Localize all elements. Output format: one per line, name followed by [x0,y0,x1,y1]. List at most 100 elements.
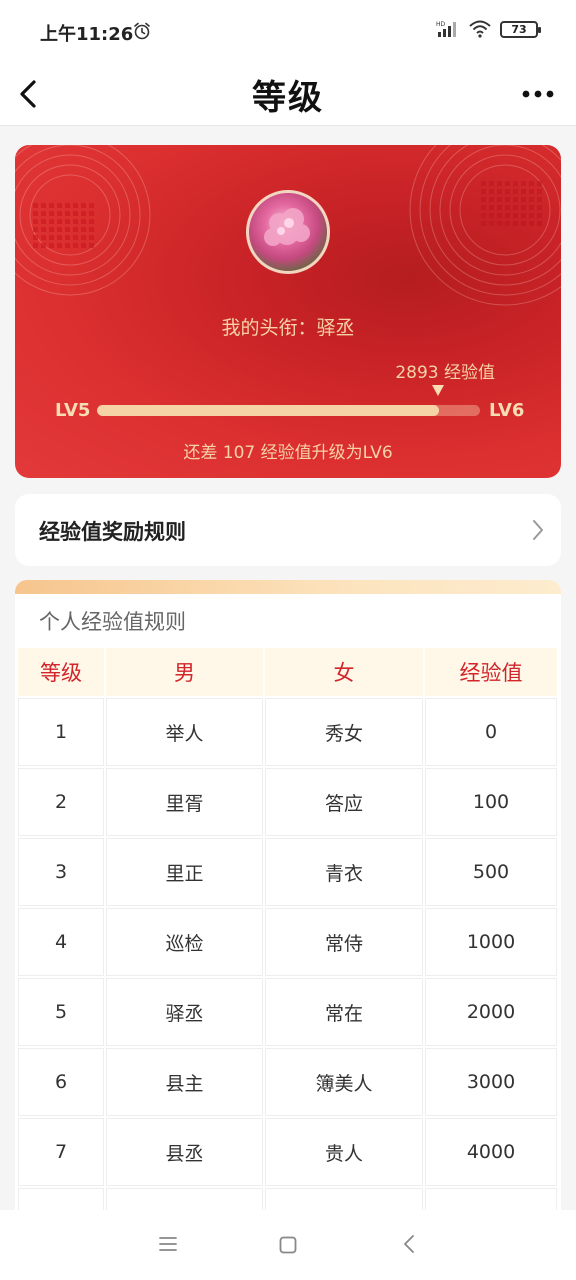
table-row: 6 县主 簿美人 3000 [18,1048,557,1116]
decor-dot [89,219,94,224]
decor-dot [33,235,38,240]
remaining-exp-text: 还差 107 经验值升级为LV6 [183,443,393,463]
current-exp: 2893 经验值 [395,363,495,383]
table-card-header-bar [15,580,561,594]
decor-dot [73,219,78,224]
battery-icon: 73 [500,20,541,38]
avatar[interactable] [246,190,330,274]
decor-dot [489,181,494,186]
menu-icon[interactable] [158,1236,178,1252]
decor-dot [529,205,534,210]
exp-rules-table-card: 个人经验值规则 等级 男 女 经验值 1 举人 秀女 0 2 里胥 答应 100 [15,580,561,1220]
decor-dot [57,211,62,216]
decor-dot [49,243,54,248]
table-row: 1 举人 秀女 0 [18,698,557,766]
cell-level: 3 [18,838,104,906]
decor-dot [537,181,542,186]
network-label: HD [436,21,446,28]
decor-dot [41,227,46,232]
nav-bar: 等级 [0,62,576,126]
decor-dot [489,213,494,218]
decor-dot [505,189,510,194]
cell-female: 常侍 [265,908,423,976]
decor-dot [65,235,70,240]
more-icon[interactable] [520,76,556,112]
table-row: 7 县丞 贵人 4000 [18,1118,557,1186]
decor-dot [41,219,46,224]
next-level-label: LV6 [489,400,525,421]
decor-dot [505,181,510,186]
decor-dot [481,221,486,226]
avatar-image [264,208,310,246]
decor-dot [521,197,526,202]
decor-dot [513,189,518,194]
decor-dot [73,211,78,216]
decor-dot [497,213,502,218]
decor-dot [41,211,46,216]
decor-dot [529,213,534,218]
cell-male: 驿丞 [106,978,263,1046]
decor-dot [489,189,494,194]
cell-male: 县丞 [106,1118,263,1186]
decor-dot [537,205,542,210]
decor-dot [33,203,38,208]
table-row: 5 驿丞 常在 2000 [18,978,557,1046]
decor-dot [49,227,54,232]
cell-level: 2 [18,768,104,836]
wifi-icon [469,20,491,38]
exp-rules-label: 经验值奖励规则 [39,520,186,544]
decor-dot [89,235,94,240]
decor-dot [81,227,86,232]
decor-dot [513,221,518,226]
decor-dot [481,197,486,202]
decor-dot [497,221,502,226]
back-nav-icon[interactable] [401,1233,417,1255]
cell-exp: 4000 [425,1118,557,1186]
decor-dot [537,221,542,226]
cell-female: 青衣 [265,838,423,906]
header-male: 男 [106,648,263,696]
decor-dot [73,235,78,240]
decor-dot [65,243,70,248]
cell-exp: 500 [425,838,557,906]
decor-dot [521,205,526,210]
cell-male: 里正 [106,838,263,906]
cell-male: 县主 [106,1048,263,1116]
decor-dot [33,219,38,224]
level-progress-fill [97,405,440,416]
exp-rules-link[interactable]: 经验值奖励规则 [15,494,561,566]
progress-marker-icon [432,385,444,396]
decor-dot [73,243,78,248]
decor-dot [65,203,70,208]
decor-dot [89,211,94,216]
cell-level: 1 [18,698,104,766]
decor-dot [73,203,78,208]
cell-male: 巡检 [106,908,263,976]
decor-dot [513,205,518,210]
header-female: 女 [265,648,423,696]
decor-dot [497,205,502,210]
decor-dot [497,189,502,194]
decor-dot [89,227,94,232]
decor-dot [81,219,86,224]
cell-exp: 3000 [425,1048,557,1116]
decor-dot [41,203,46,208]
cell-female: 常在 [265,978,423,1046]
cell-level: 5 [18,978,104,1046]
decor-dot [505,221,510,226]
alarm-icon [134,22,150,40]
status-time: 上午11:26 [40,24,134,45]
cell-female: 贵人 [265,1118,423,1186]
decor-dot [33,211,38,216]
home-icon[interactable] [278,1235,298,1255]
decor-dot [65,211,70,216]
cell-male: 举人 [106,698,263,766]
decor-dot [513,181,518,186]
table-row: 4 巡检 常侍 1000 [18,908,557,976]
decor-dot [537,189,542,194]
cell-level: 6 [18,1048,104,1116]
decor-dot [529,221,534,226]
decor-dot [481,181,486,186]
table-caption: 个人经验值规则 [39,610,186,634]
cell-exp: 2000 [425,978,557,1046]
